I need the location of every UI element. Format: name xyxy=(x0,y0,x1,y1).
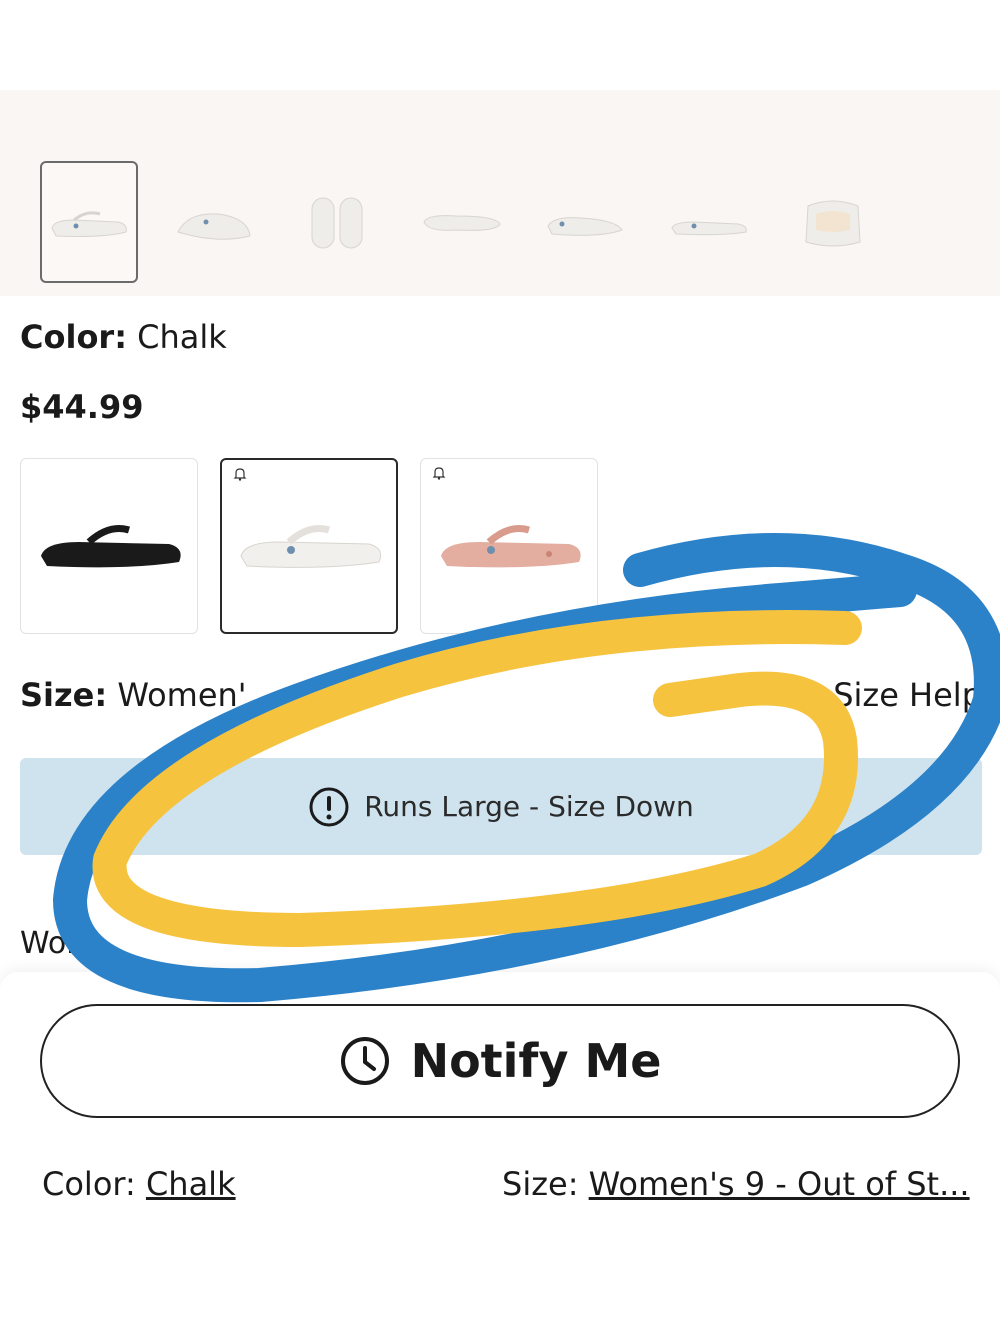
price: $44.99 xyxy=(20,388,144,426)
bell-icon xyxy=(233,468,247,481)
clog-side-image xyxy=(51,211,127,237)
gallery-thumb-angle[interactable] xyxy=(164,161,262,283)
clog-top-image xyxy=(311,197,363,249)
gallery-thumb-back[interactable] xyxy=(784,161,882,283)
clock-icon xyxy=(340,1037,389,1085)
swatch-pink[interactable] xyxy=(420,458,598,634)
color-label-row: Color: Chalk xyxy=(20,318,227,356)
swatch-black[interactable] xyxy=(20,458,198,634)
clog-pink-image xyxy=(441,525,581,568)
color-value: Chalk xyxy=(137,318,227,356)
gallery-thumb-side[interactable] xyxy=(40,161,138,283)
womens-size-heading: Wom xyxy=(20,926,96,961)
clog-chalk-image xyxy=(240,525,382,568)
size-label: Size: xyxy=(20,676,108,714)
fit-notice-text: Runs Large - Size Down xyxy=(364,790,694,823)
footer-color-label: Color: xyxy=(42,1165,136,1203)
gallery-thumb-top[interactable] xyxy=(288,161,386,283)
footer-color: Color: Chalk xyxy=(42,1165,236,1203)
gallery-thumb-side-3[interactable] xyxy=(660,161,758,283)
footer-size: Size: Women's 9 - Out of St... xyxy=(502,1165,970,1203)
footer-color-link[interactable]: Chalk xyxy=(146,1165,236,1203)
gallery-thumb-side-2[interactable] xyxy=(536,161,634,283)
clog-back-image xyxy=(805,200,861,247)
footer-size-link[interactable]: Women's 9 - Out of St... xyxy=(589,1165,970,1203)
image-gallery xyxy=(0,90,1000,296)
footer-size-label: Size: xyxy=(502,1165,579,1203)
exclamation-circle-icon xyxy=(309,787,349,826)
swatch-chalk[interactable] xyxy=(220,458,398,634)
size-label-row: Size: Women' xyxy=(20,676,247,714)
size-value: Women' xyxy=(117,676,247,714)
color-label: Color: xyxy=(20,318,127,356)
clog-sole-image xyxy=(423,215,501,231)
clog-side-3-image xyxy=(671,221,747,236)
size-help-link[interactable]: Size Help xyxy=(833,676,982,714)
gallery-thumb-sole[interactable] xyxy=(412,161,510,283)
notify-me-label: Notify Me xyxy=(410,1034,662,1088)
clog-black-image xyxy=(41,525,181,568)
bell-icon xyxy=(432,467,446,480)
clog-angle-image xyxy=(177,213,251,240)
notify-me-button[interactable]: Notify Me xyxy=(40,1004,960,1118)
clog-side-2-image xyxy=(547,217,623,236)
fit-notice-banner: Runs Large - Size Down xyxy=(20,758,982,855)
